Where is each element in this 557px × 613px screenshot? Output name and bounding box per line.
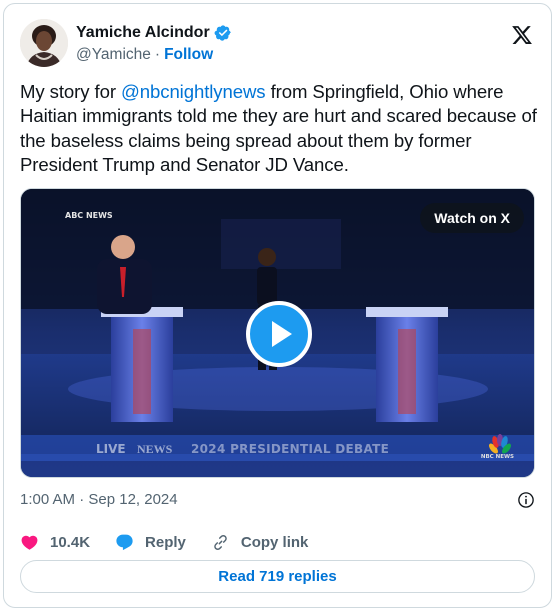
play-icon xyxy=(272,321,292,347)
timestamp-row: 1:00 AM · Sep 12, 2024 xyxy=(20,491,535,511)
like-button[interactable]: 10.4K xyxy=(20,533,90,552)
heart-icon xyxy=(21,535,38,550)
action-bar: 10.4K Reply Copy link xyxy=(20,532,333,552)
avatar[interactable] xyxy=(20,19,68,67)
reply-button[interactable]: Reply xyxy=(115,533,186,552)
tweet-header: Yamiche Alcindor @Yamiche · Follow xyxy=(20,19,535,71)
follow-button[interactable]: Follow xyxy=(164,46,213,64)
likes-count: 10.4K xyxy=(50,533,91,551)
display-name[interactable]: Yamiche Alcindor xyxy=(76,24,210,42)
tweet-text: My story for @nbcnightlynews from Spring… xyxy=(20,80,540,178)
chyron-live: LIVE xyxy=(96,442,126,456)
chyron: LIVE NEWS 2024 PRESIDENTIAL DEBATE xyxy=(21,437,534,461)
nbc-news-label: NBC NEWS xyxy=(480,454,514,460)
network-tag: ABC NEWS xyxy=(65,211,113,220)
handle[interactable]: @Yamiche xyxy=(76,46,151,64)
verified-badge-icon xyxy=(214,25,231,41)
copy-link-button[interactable]: Copy link xyxy=(211,533,309,552)
video-player[interactable]: ABC NEWS Watch on X LIVE NEWS 2024 PRESI… xyxy=(20,188,535,478)
x-logo-icon[interactable] xyxy=(511,24,533,46)
chyron-news: NEWS xyxy=(137,442,173,456)
mention-link[interactable]: @nbcnightlynews xyxy=(121,81,266,102)
play-button[interactable] xyxy=(246,301,312,367)
tweet-text-start: My story for xyxy=(20,81,121,102)
tweet-card[interactable]: Yamiche Alcindor @Yamiche · Follow My st… xyxy=(3,3,552,608)
copy-link-label: Copy link xyxy=(240,533,309,551)
timestamp[interactable]: 1:00 AM · Sep 12, 2024 xyxy=(20,491,178,508)
watch-on-x-button[interactable]: Watch on X xyxy=(420,203,524,233)
separator-dot: · xyxy=(154,46,161,63)
link-icon xyxy=(214,534,227,550)
reply-label: Reply xyxy=(145,533,186,551)
read-replies-button[interactable]: Read 719 replies xyxy=(20,560,535,593)
info-icon[interactable] xyxy=(517,491,535,509)
chyron-debate: 2024 PRESIDENTIAL DEBATE xyxy=(191,442,390,456)
reply-bubble-icon xyxy=(116,534,133,550)
